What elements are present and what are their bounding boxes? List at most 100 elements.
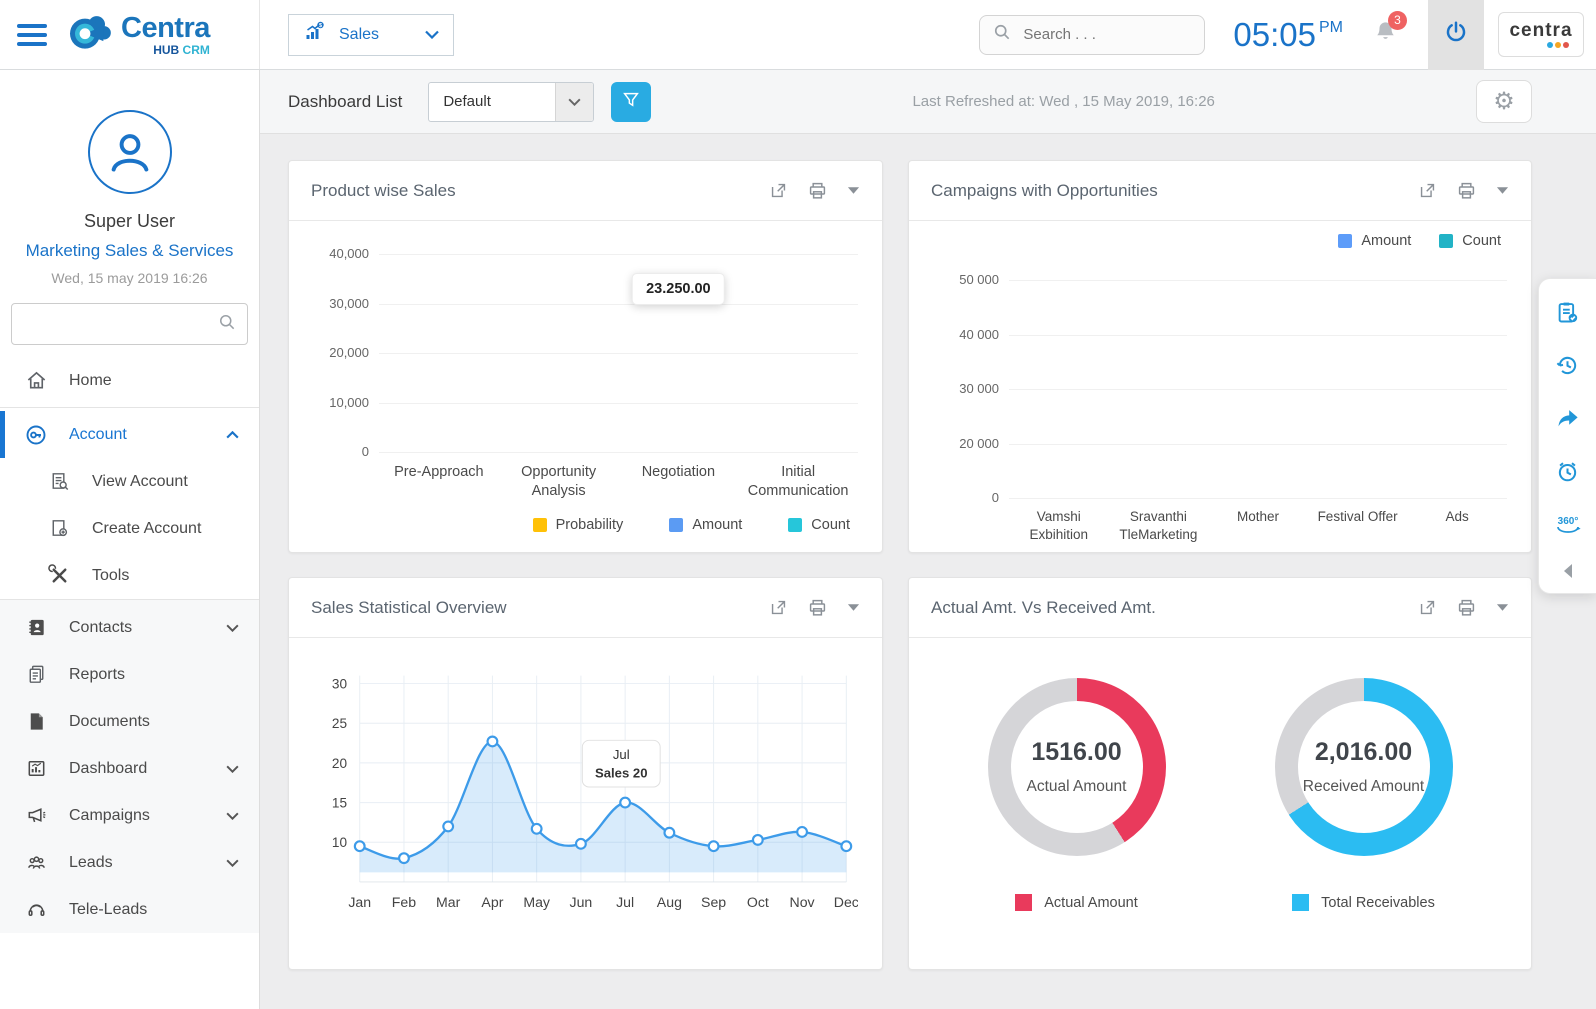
history-icon[interactable]: [1554, 352, 1581, 379]
sidebar-item-tele-leads[interactable]: Tele-Leads: [0, 886, 259, 933]
alarm-clock-icon[interactable]: [1554, 458, 1581, 485]
sidebar-item-tools[interactable]: Tools: [0, 552, 259, 599]
sidebar-item-contacts[interactable]: Contacts: [0, 604, 259, 651]
card-actions: [769, 181, 860, 200]
megaphone-icon: [24, 804, 48, 828]
reports-pages-icon: [24, 663, 48, 687]
card-header: Product wise Sales: [289, 161, 882, 221]
print-icon[interactable]: [1456, 181, 1477, 200]
centra-account-logo[interactable]: centra: [1498, 12, 1584, 57]
tasks-clipboard-icon[interactable]: [1554, 299, 1581, 326]
sidebar-search-input[interactable]: [22, 315, 217, 333]
svg-text:25: 25: [332, 716, 347, 731]
sidebar-item-home[interactable]: Home: [0, 357, 259, 404]
open-external-icon[interactable]: [769, 598, 788, 617]
sidebar-item-leads[interactable]: Leads: [0, 839, 259, 886]
sidebar-nav: Home Account View Accou: [0, 357, 259, 933]
chevron-down-icon: [226, 812, 239, 820]
sidebar-search: [11, 303, 248, 345]
caret-down-icon[interactable]: [1496, 603, 1509, 612]
logo-crm-text: CRM: [183, 43, 210, 57]
svg-text:Nov: Nov: [790, 894, 815, 910]
view-360-icon[interactable]: 360°: [1553, 511, 1583, 537]
open-external-icon[interactable]: [1418, 598, 1437, 617]
x-axis-label: Opportunity Analysis: [499, 463, 619, 501]
filter-button[interactable]: [611, 82, 651, 122]
svg-text:Aug: Aug: [657, 894, 682, 910]
legend-count[interactable]: Count: [1439, 233, 1501, 249]
donut-label: Received Amount: [1303, 778, 1425, 796]
sidebar-item-label: Create Account: [92, 520, 201, 538]
sidebar-item-campaigns[interactable]: Campaigns: [0, 792, 259, 839]
main-content: Dashboard List Default Last Refreshed at…: [260, 70, 1596, 1009]
svg-text:Oct: Oct: [747, 894, 769, 910]
collapse-panel-icon[interactable]: [1561, 563, 1575, 579]
caret-down-icon[interactable]: [847, 603, 860, 612]
sidebar-item-account[interactable]: Account: [0, 411, 259, 458]
legend-probability[interactable]: Probability: [533, 517, 624, 533]
x-axis-labels: Pre-ApproachOpportunity AnalysisNegotiat…: [379, 463, 858, 501]
notifications-bell-icon[interactable]: 3: [1373, 19, 1398, 51]
centrahub-crm-app: Centra HUB CRM $ Sales: [0, 0, 1596, 1009]
campaigns-plot: 020 00030 00040 00050 000: [1009, 281, 1507, 499]
open-external-icon[interactable]: [769, 181, 788, 200]
print-icon[interactable]: [807, 181, 828, 200]
user-name: Super User: [0, 211, 259, 232]
x-axis-label: Ads: [1407, 508, 1507, 543]
sidebar-item-dashboard[interactable]: Dashboard: [0, 745, 259, 792]
donut-charts: 1516.00 Actual Amount Actual Amount: [909, 638, 1531, 969]
legend-actual-amount[interactable]: Actual Amount: [1015, 894, 1138, 911]
svg-text:Sep: Sep: [701, 894, 726, 910]
svg-text:20: 20: [332, 756, 348, 771]
global-search: [979, 15, 1205, 55]
svg-text:May: May: [523, 894, 551, 910]
dashboard-chart-icon: [24, 757, 48, 781]
received-amount-donut: 2,016.00 Received Amount: [1275, 678, 1453, 856]
card-actions: [1418, 598, 1509, 617]
svg-text:15: 15: [332, 795, 347, 810]
y-tick-label: 30,000: [301, 296, 369, 311]
share-forward-icon[interactable]: [1554, 405, 1581, 432]
headset-icon: [24, 898, 48, 922]
caret-down-icon[interactable]: [1496, 186, 1509, 195]
svg-text:Mar: Mar: [436, 894, 461, 910]
header-left: Centra HUB CRM: [0, 0, 260, 69]
y-tick-label: 0: [301, 444, 369, 459]
x-axis-label: Vamshi Exbihition: [1009, 508, 1109, 543]
hamburger-menu-icon[interactable]: [17, 24, 47, 46]
sidebar-item-documents[interactable]: Documents: [0, 698, 259, 745]
people-group-icon: [24, 851, 48, 875]
dashboard-select[interactable]: Default: [428, 82, 594, 122]
user-organization: Marketing Sales & Services: [0, 241, 259, 261]
dashboard-settings-button[interactable]: ⚙: [1476, 80, 1532, 123]
y-tick-label: 40,000: [301, 246, 369, 261]
y-tick-label: 0: [931, 490, 999, 505]
logo-brand-text: Centra: [121, 14, 210, 43]
open-external-icon[interactable]: [1418, 181, 1437, 200]
print-icon[interactable]: [1456, 598, 1477, 617]
donut-value: 2,016.00: [1315, 738, 1412, 767]
logout-power-button[interactable]: [1428, 0, 1484, 70]
sidebar-item-create-account[interactable]: Create Account: [0, 505, 259, 552]
sidebar-item-reports[interactable]: Reports: [0, 651, 259, 698]
chart-legend: Amount Count: [1338, 233, 1501, 249]
caret-down-icon[interactable]: [847, 186, 860, 195]
legend-amount[interactable]: Amount: [1338, 233, 1411, 249]
legend-count[interactable]: Count: [788, 517, 850, 533]
y-tick-label: 30 000: [931, 381, 999, 396]
line-chart-svg: 1015202530JanFebMarAprMayJunJulAugSepOct…: [313, 662, 858, 923]
chart-legend: Probability Amount Count: [379, 517, 850, 533]
search-input[interactable]: [1021, 25, 1192, 44]
legend-total-receivables[interactable]: Total Receivables: [1292, 894, 1435, 911]
donut-label: Actual Amount: [1027, 778, 1127, 796]
sidebar-item-view-account[interactable]: View Account: [0, 458, 259, 505]
legend-amount[interactable]: Amount: [669, 517, 742, 533]
chevron-down-icon: [425, 26, 439, 44]
sidebar-item-label: View Account: [92, 473, 188, 491]
sidebar-item-label: Tools: [92, 567, 129, 585]
module-selector-sales[interactable]: $ Sales: [288, 14, 454, 56]
user-profile: Super User Marketing Sales & Services We…: [0, 70, 259, 286]
card-campaigns-opportunities: Campaigns with Opportunities: [908, 160, 1532, 553]
sidebar-item-label: Leads: [69, 854, 113, 872]
print-icon[interactable]: [807, 598, 828, 617]
